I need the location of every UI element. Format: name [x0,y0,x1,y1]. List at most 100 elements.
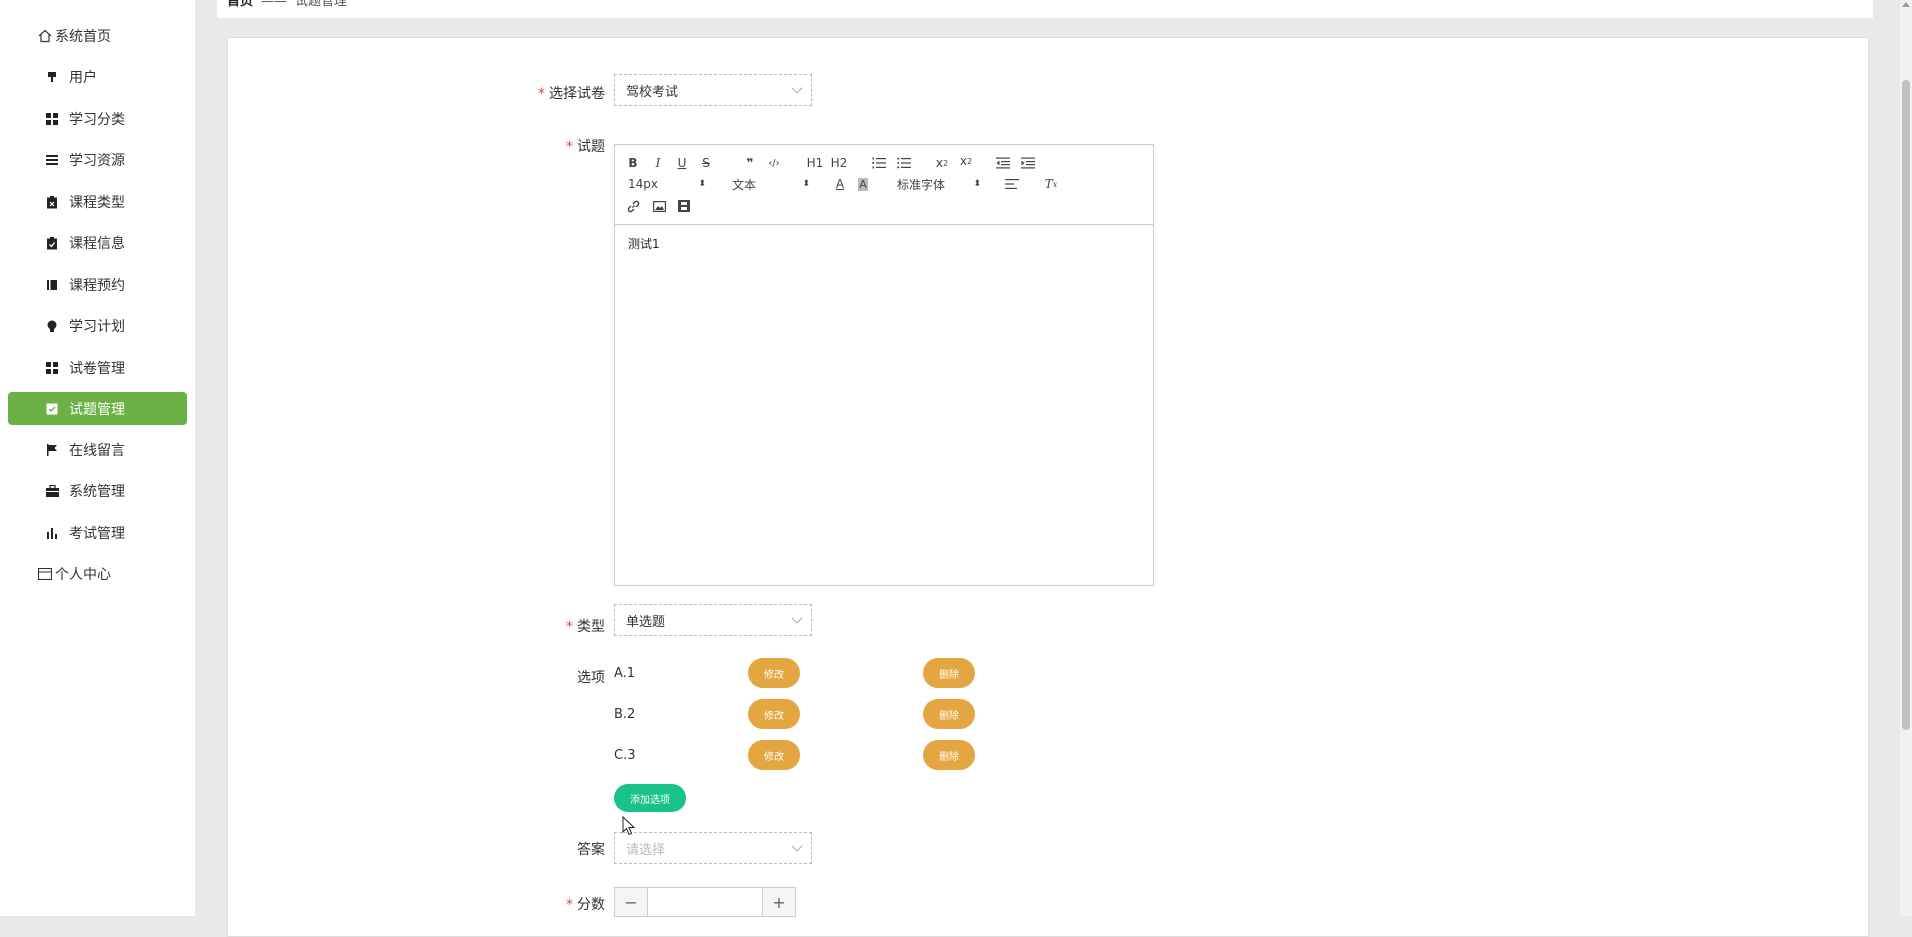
home-icon [37,28,53,44]
breadcrumb-home[interactable]: 首页 [227,0,253,9]
superscript-icon[interactable]: x2 [957,153,975,169]
up-down-icon: ⬍ [698,179,706,189]
grid-icon [44,111,60,127]
underline-icon[interactable]: U [674,155,690,171]
sidebar: 系统首页 用户 学习分类 学习资源 课程类型 课程信息 课程预约 学习计划 试卷… [0,0,195,916]
paper-select[interactable]: 驾校考试 [614,74,812,106]
text-type-select[interactable]: 文本 ⬍ [732,176,810,192]
option-text: C.3 [614,748,636,763]
main-content: 首页 —— 试题管理 * 选择试卷 驾校考试 * 试题 B I U S ❞ ‹/› … [195,0,1912,937]
sidebar-item-label: 学习计划 [69,319,125,335]
paper-label: * 选择试卷 [538,86,605,102]
video-icon[interactable] [676,198,692,214]
sidebar-item-learning-resources[interactable]: 学习资源 [8,144,187,176]
bold-icon[interactable]: B [625,155,641,171]
page-scrollbar[interactable] [1900,0,1912,916]
link-icon[interactable] [625,198,641,214]
edit-option-button[interactable]: 修改 [748,699,800,729]
bar-chart-icon [44,525,60,541]
delete-option-button[interactable]: 删除 [923,740,975,770]
code-block-icon[interactable]: ‹/› [765,155,783,171]
answer-label: 答案 [577,842,605,858]
book-icon [44,277,60,293]
sidebar-item-learning-category[interactable]: 学习分类 [8,103,187,135]
grid-icon [44,360,60,376]
ordered-list-icon[interactable] [870,155,888,171]
chevron-down-icon [791,82,803,94]
background-color-icon[interactable]: A [855,176,871,192]
clipboard-check-icon [44,235,60,251]
indent-icon[interactable] [1019,155,1037,171]
font-size-select[interactable]: 14px ⬍ [628,176,706,192]
font-family-select[interactable]: 标准字体 ⬍ [897,176,981,192]
type-select[interactable]: 单选题 [614,604,812,636]
score-stepper[interactable]: − + [614,887,796,917]
subscript-icon[interactable]: x2 [933,155,951,171]
breadcrumb-separator: —— [261,0,288,9]
sidebar-item-course-info[interactable]: 课程信息 [8,227,187,259]
clear-format-icon[interactable]: Tx [1042,176,1060,192]
italic-icon[interactable]: I [650,155,666,171]
sidebar-item-label: 考试管理 [69,526,125,542]
rich-text-editor[interactable]: B I U S ❞ ‹/› H1 H2 x2 x2 14px ⬍ 文本 ⬍ A … [614,144,1154,586]
delete-option-button[interactable]: 删除 [923,658,975,688]
sidebar-item-label: 课程类型 [69,195,125,211]
heading-2-icon[interactable]: H2 [829,155,849,171]
card-icon [37,566,53,582]
sidebar-item-label: 课程信息 [69,236,125,252]
option-text: A.1 [614,666,636,681]
plus-icon[interactable]: + [763,888,795,916]
edit-option-button[interactable]: 修改 [748,658,800,688]
outdent-icon[interactable] [994,155,1012,171]
image-icon[interactable] [651,198,667,214]
sidebar-item-study-plan[interactable]: 学习计划 [8,310,187,342]
up-down-icon: ⬍ [802,179,810,189]
sidebar-item-home[interactable]: 系统首页 [8,20,187,52]
score-label: * 分数 [566,897,605,913]
sidebar-item-label: 课程预约 [69,278,125,294]
chevron-down-icon [791,840,803,852]
sidebar-item-course-booking[interactable]: 课程预约 [8,269,187,301]
options-label: 选项 [577,670,605,686]
score-input[interactable] [647,888,763,916]
chevron-down-icon [791,612,803,624]
sidebar-item-label: 学习资源 [69,153,125,169]
heading-1-icon[interactable]: H1 [805,155,825,171]
sidebar-item-exam-management[interactable]: 考试管理 [8,517,187,549]
flag-icon [44,442,60,458]
sidebar-item-label: 试题管理 [69,401,125,418]
question-label: * 试题 [566,139,605,155]
sidebar-item-users[interactable]: 用户 [8,61,187,93]
editor-content[interactable]: 测试1 [615,225,1153,262]
sidebar-item-course-type[interactable]: 课程类型 [8,186,187,218]
sidebar-item-exam-paper[interactable]: 试卷管理 [8,352,187,384]
sidebar-item-label: 个人中心 [55,567,111,583]
add-option-button[interactable]: 添加选项 [614,784,686,812]
sidebar-item-question-management[interactable]: 试题管理 [8,392,187,425]
edit-option-button[interactable]: 修改 [748,740,800,770]
pin-icon [44,69,60,85]
option-text: B.2 [614,707,636,722]
up-down-icon: ⬍ [973,179,981,189]
sidebar-item-label: 用户 [69,70,97,86]
align-icon[interactable] [1003,176,1021,192]
scrollbar-thumb[interactable] [1902,80,1910,730]
answer-select[interactable]: 请选择 [614,832,812,864]
strikethrough-icon[interactable]: S [698,155,714,171]
sidebar-item-system-management[interactable]: 系统管理 [8,475,187,507]
sidebar-item-personal-center[interactable]: 个人中心 [8,558,187,590]
breadcrumb-current: 试题管理 [295,0,348,9]
scroll-up-icon[interactable] [1902,2,1910,7]
breadcrumb: 首页 —— 试题管理 [217,0,1873,18]
checkbox-icon [44,401,60,417]
sidebar-item-label: 系统首页 [55,29,111,45]
minus-icon[interactable]: − [615,888,647,916]
font-color-icon[interactable]: A [832,176,848,192]
list-icon [44,152,60,168]
sidebar-item-online-message[interactable]: 在线留言 [8,434,187,466]
bullet-list-icon[interactable] [895,155,913,171]
mouse-cursor-icon [622,816,636,836]
sidebar-item-label: 系统管理 [69,484,125,500]
delete-option-button[interactable]: 删除 [923,699,975,729]
blockquote-icon[interactable]: ❞ [742,155,758,171]
